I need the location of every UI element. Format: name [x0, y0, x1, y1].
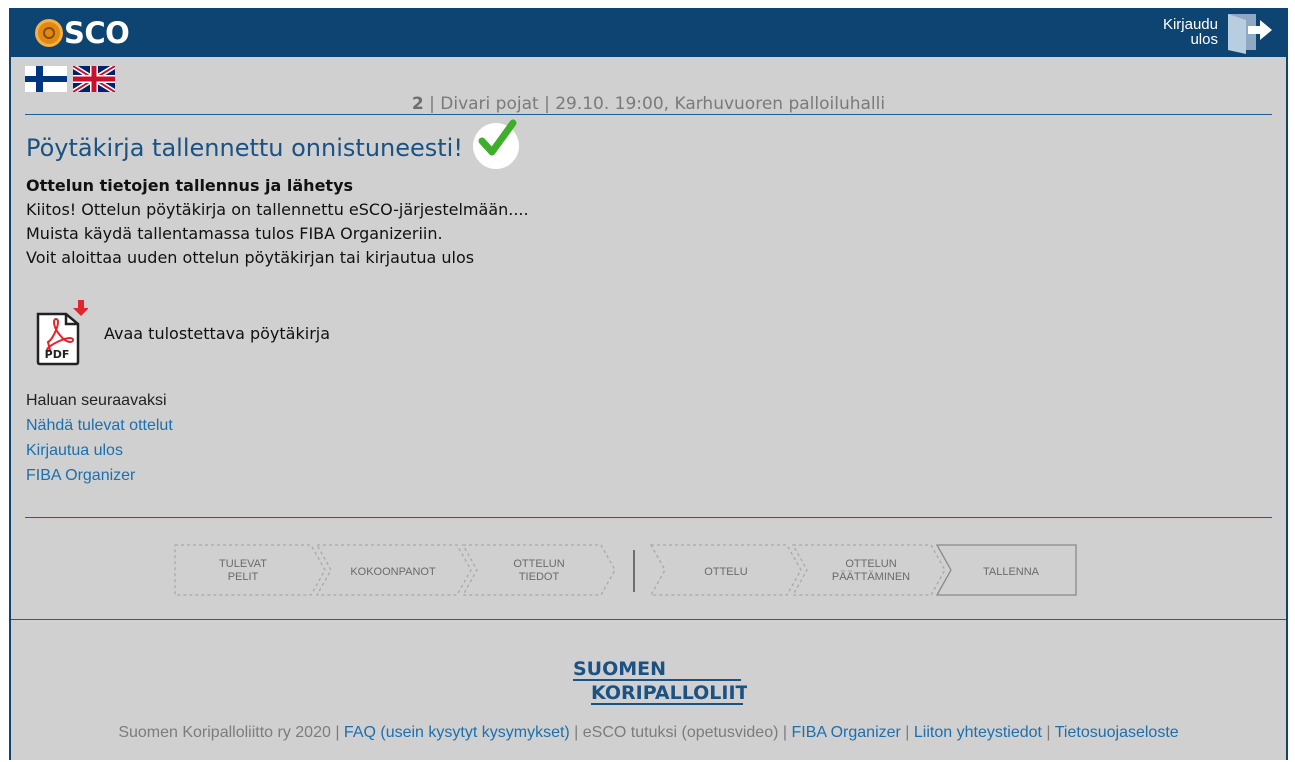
footer-separator: | — [778, 724, 792, 741]
checkmark-icon — [472, 119, 519, 169]
footer-copyright: Suomen Koripalloliitto ry 2020 — [118, 724, 331, 741]
save-info-line: Muista käydä tallentamassa tulos FIBA Or… — [26, 224, 443, 243]
top-bar: SCO Kirjaudu ulos — [11, 8, 1286, 57]
footer-separator: | — [900, 724, 914, 741]
step-match-details[interactable]: OTTELUN TIEDOT — [461, 544, 616, 596]
step-label: TIEDOT — [519, 571, 560, 583]
step-save-active[interactable]: TALLENNA — [935, 544, 1077, 596]
link-logout[interactable]: Kirjautua ulos — [26, 438, 173, 463]
footer-support-text: eSCO tutuksi (opetusvideo) — [582, 724, 779, 741]
link-fiba-organizer[interactable]: FIBA Organizer — [26, 463, 173, 488]
pdf-icon: PDF — [36, 300, 88, 366]
uk-flag-icon[interactable] — [73, 66, 115, 92]
step-label: PELIT — [228, 571, 259, 583]
step-label: TALLENNA — [983, 566, 1040, 578]
footer: Suomen Koripalloliitto ry 2020 | FAQ (us… — [11, 724, 1286, 742]
next-actions: Haluan seuraavaksi Nähdä tulevat ottelut… — [26, 388, 173, 488]
match-details: | Divari pojat | 29.10. 19:00, Karhuvuor… — [423, 94, 886, 114]
finland-flag-icon[interactable] — [25, 66, 67, 92]
footer-privacy-link[interactable]: Tietosuojaseloste — [1055, 724, 1179, 741]
step-label: OTTELU — [704, 566, 747, 578]
pdf-link-label: Avaa tulostettava pöytäkirja — [104, 323, 331, 343]
footer-fiba-link[interactable]: FIBA Organizer — [791, 724, 900, 741]
progress-steps: TULEVAT PELIT KOKOONPANOT OTTELUN TIEDOT… — [174, 544, 1077, 596]
step-label: OTTELUN — [845, 558, 896, 570]
app-frame: SCO Kirjaudu ulos 2 | Divari pojat | 29.… — [9, 8, 1288, 760]
divider — [25, 517, 1272, 518]
footer-separator: | — [1041, 724, 1055, 741]
step-lineups[interactable]: KOKOONPANOT — [315, 544, 472, 596]
logo-text: SCO — [64, 15, 130, 50]
logout-label-line2: ulos — [1190, 31, 1218, 48]
step-match[interactable]: OTTELU — [649, 544, 802, 596]
next-actions-title: Haluan seuraavaksi — [26, 392, 167, 409]
logout-label: Kirjaudu ulos — [1158, 17, 1218, 47]
save-info-heading: Ottelun tietojen tallennus ja lähetys — [26, 176, 354, 195]
success-title: Pöytäkirja tallennettu onnistuneesti! — [26, 119, 519, 171]
basketball-logo-icon — [35, 19, 63, 47]
pdf-icon-label: PDF — [45, 348, 70, 361]
footer-divider — [11, 619, 1286, 620]
link-upcoming-games[interactable]: Nähdä tulevat ottelut — [26, 413, 173, 438]
language-selector — [25, 66, 115, 92]
footer-faq-link[interactable]: FAQ (usein kysytyt kysymykset) — [344, 724, 570, 741]
footer-logo-line1: SUOMEN — [573, 658, 666, 680]
footer-contact-link[interactable]: Liiton yhteystiedot — [914, 724, 1042, 741]
save-info-line: Voit aloittaa uuden ottelun pöytäkirjan … — [26, 248, 475, 267]
logout-button[interactable]: Kirjaudu ulos — [1158, 10, 1274, 54]
logout-door-icon — [1228, 14, 1272, 54]
step-label: OTTELUN — [513, 558, 564, 570]
step-label: KOKOONPANOT — [350, 566, 436, 578]
match-info: 2 | Divari pojat | 29.10. 19:00, Karhuvu… — [11, 94, 1286, 114]
esco-logo[interactable]: SCO — [35, 14, 130, 52]
save-info-line: Kiitos! Ottelun pöytäkirja on tallennett… — [26, 200, 529, 219]
footer-separator: | — [569, 724, 583, 741]
koripalloliitto-logo[interactable]: SUOMEN KORIPALLOLIITTO — [571, 655, 747, 707]
success-message: Pöytäkirja tallennettu onnistuneesti! — [26, 134, 463, 162]
save-info: Ottelun tietojen tallennus ja lähetys Ki… — [26, 174, 529, 270]
step-label: PÄÄTTÄMINEN — [832, 571, 910, 583]
logout-label-line1: Kirjaudu — [1162, 16, 1218, 33]
step-upcoming-games[interactable]: TULEVAT PELIT — [174, 544, 326, 596]
step-match-ending[interactable]: OTTELUN PÄÄTTÄMINEN — [791, 544, 946, 596]
footer-logo-line2: KORIPALLOLIITTO — [591, 682, 747, 704]
step-label: TULEVAT — [219, 558, 267, 570]
footer-separator: | — [330, 724, 344, 741]
match-number: 2 — [411, 94, 424, 114]
open-printable-protocol-link[interactable]: PDF Avaa tulostettava pöytäkirja — [36, 300, 330, 366]
divider — [25, 114, 1272, 115]
